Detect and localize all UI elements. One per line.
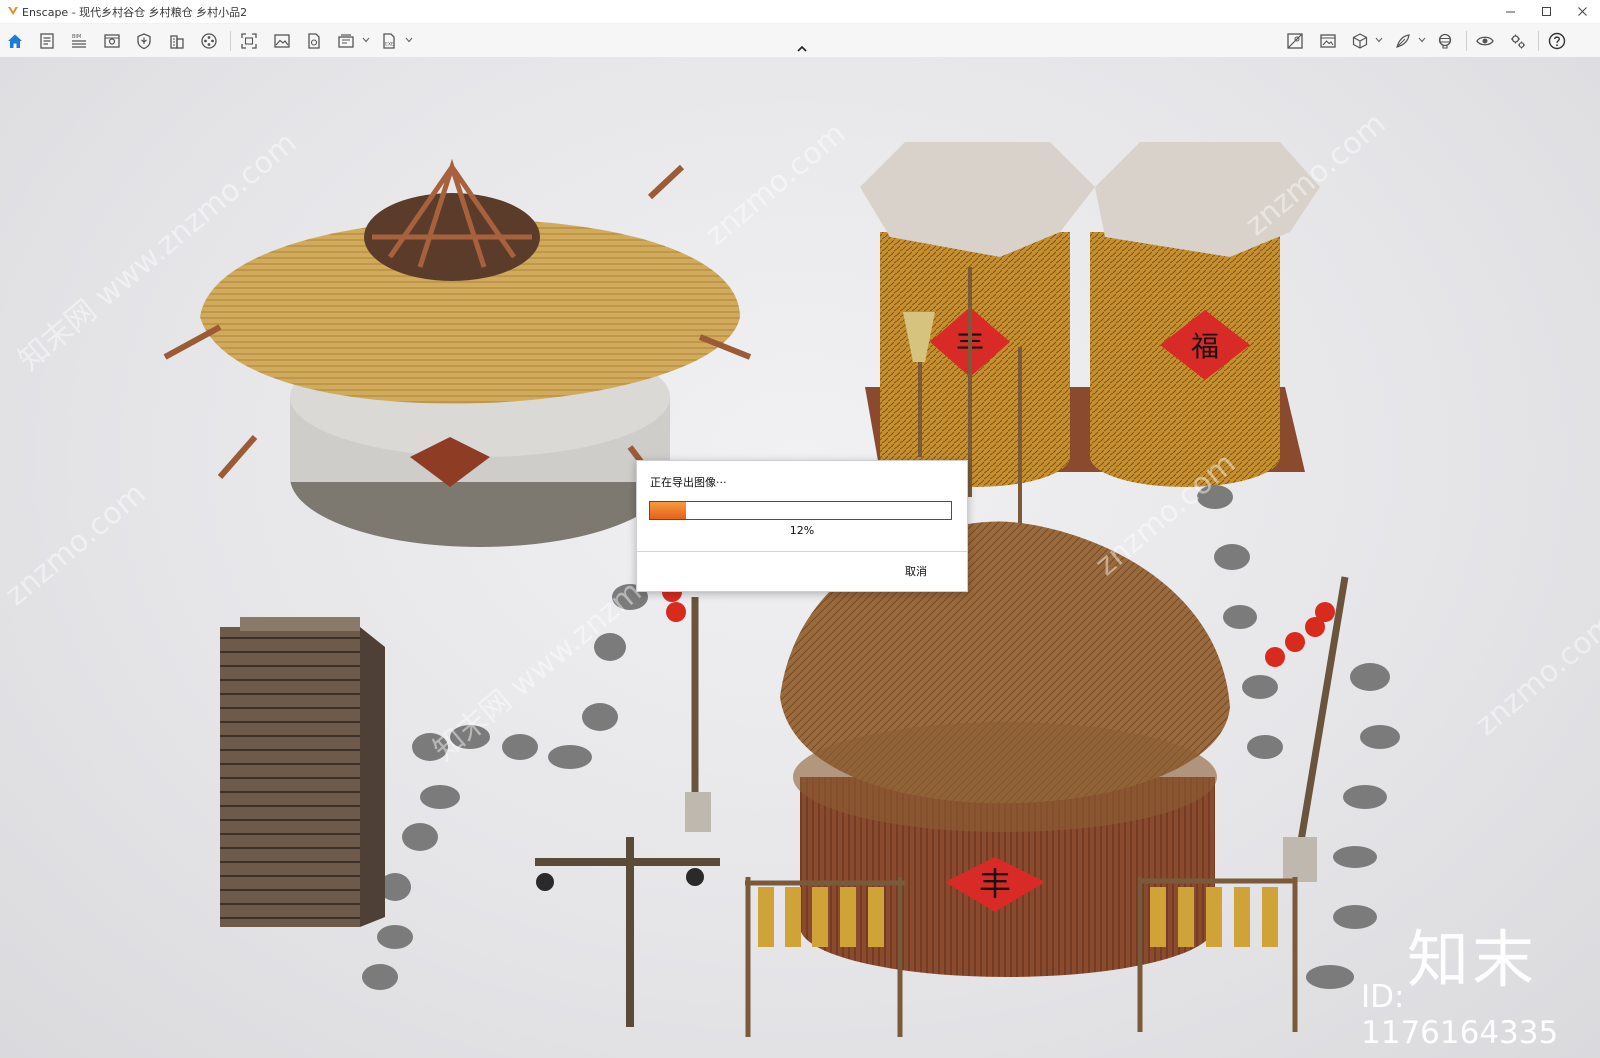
atmosphere-button[interactable] — [1391, 29, 1415, 53]
image-export-button[interactable] — [270, 29, 294, 53]
video-reel-icon — [201, 33, 217, 49]
dialog-title: 正在导出图像··· — [650, 476, 727, 489]
screenshot-frame-icon — [241, 33, 257, 49]
dialog-divider — [637, 551, 967, 552]
toolbar-separator — [1466, 31, 1467, 51]
settings-gears-icon — [1511, 34, 1525, 49]
help-icon — [1548, 32, 1566, 50]
brand-watermark-id: ID: 1176164335 — [1361, 979, 1559, 1051]
minimize-button[interactable] — [1492, 0, 1528, 23]
vr-headset-button[interactable] — [1433, 29, 1457, 53]
maximize-button[interactable] — [1528, 0, 1564, 23]
document-export-button[interactable] — [302, 29, 326, 53]
storehouse-sign: 丰 — [979, 865, 1011, 903]
close-icon — [1577, 7, 1587, 16]
batch-render-button[interactable] — [334, 29, 358, 53]
visibility-button[interactable] — [1473, 29, 1497, 53]
atmosphere-dropdown-icon[interactable] — [1418, 37, 1426, 43]
eye-visibility-icon — [1476, 36, 1494, 46]
bim-button[interactable]: BIM — [67, 29, 91, 53]
silo-sign-right: 福 — [1191, 330, 1219, 363]
export-progress-dialog: 正在导出图像··· 12% 取消 — [636, 460, 968, 592]
view-mode-button[interactable] — [1348, 29, 1372, 53]
asset-library-button[interactable] — [132, 29, 156, 53]
shield-asset-icon — [137, 33, 151, 50]
feather-leaf-icon — [1396, 34, 1410, 48]
building-icon — [170, 35, 184, 49]
svg-text:EXE: EXE — [385, 42, 394, 48]
title-bar: Enscape - 现代乡村谷仓 乡村粮仓 乡村小品2 — [0, 0, 1600, 24]
cancel-button[interactable]: 取消 — [901, 562, 931, 580]
video-editor-button[interactable] — [197, 29, 221, 53]
view-preview-button[interactable] — [100, 29, 124, 53]
help-button[interactable] — [1545, 29, 1569, 53]
image-gallery-icon — [1320, 34, 1336, 48]
image-gallery-button[interactable] — [1316, 29, 1340, 53]
svg-text:BIM: BIM — [72, 34, 81, 40]
document-export-icon — [308, 33, 320, 49]
hide-objects-icon — [1287, 33, 1303, 49]
screenshot-button[interactable] — [237, 29, 261, 53]
enscape-logo-icon — [8, 7, 18, 15]
batch-render-icon — [338, 34, 354, 48]
document-list-button[interactable] — [35, 29, 59, 53]
window-title: Enscape - 现代乡村谷仓 乡村粮仓 乡村小品2 — [22, 6, 248, 19]
close-button[interactable] — [1564, 0, 1600, 23]
wooden-utility-pole — [535, 837, 720, 1027]
view-preview-icon — [104, 34, 120, 48]
export-progress-bar — [649, 501, 952, 520]
settings-button[interactable] — [1506, 29, 1530, 53]
minimize-icon — [1505, 11, 1515, 13]
progress-fill — [650, 502, 687, 519]
cube-view-icon — [1352, 33, 1368, 49]
toolbar-collapse-chevron-icon[interactable] — [795, 44, 809, 54]
exe-export-dropdown-icon[interactable] — [405, 37, 413, 43]
batch-render-dropdown-icon[interactable] — [362, 37, 370, 43]
vr-headset-icon — [1438, 33, 1452, 49]
bim-icon: BIM — [72, 34, 86, 48]
firewood-stack — [220, 617, 385, 927]
image-export-icon — [274, 34, 290, 48]
toolbar-separator — [230, 31, 231, 51]
document-list-icon — [40, 33, 54, 49]
exe-export-icon: EXE — [383, 33, 395, 49]
maximize-icon — [1541, 7, 1551, 16]
building-button[interactable] — [165, 29, 189, 53]
hide-objects-button[interactable] — [1283, 29, 1307, 53]
progress-percentage: 12% — [789, 524, 815, 537]
exe-export-button[interactable]: EXE — [377, 29, 401, 53]
view-mode-dropdown-icon[interactable] — [1375, 37, 1383, 43]
home-icon — [8, 34, 22, 48]
home-button[interactable] — [3, 29, 27, 53]
toolbar-separator — [1538, 31, 1539, 51]
